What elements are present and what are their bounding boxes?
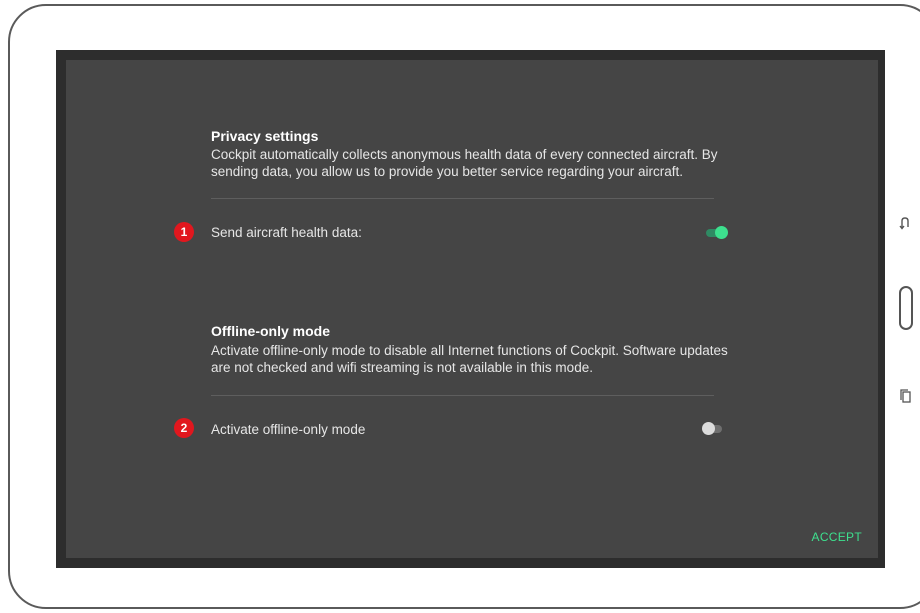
accept-button[interactable]: ACCEPT [812, 530, 862, 544]
home-button[interactable] [899, 286, 913, 330]
offline-divider [211, 395, 714, 396]
settings-dialog: Privacy settings Cockpit automatically c… [66, 60, 878, 558]
back-icon[interactable] [898, 216, 912, 235]
app-screen: Privacy settings Cockpit automatically c… [56, 50, 885, 568]
send-health-data-label: Send aircraft health data: [211, 225, 362, 240]
privacy-settings-description: Cockpit automatically collects anonymous… [211, 147, 718, 179]
offline-mode-label: Activate offline-only mode [211, 422, 366, 437]
step-badge-1: 1 [174, 222, 194, 242]
offline-mode-description: Activate offline-only mode to disable al… [211, 343, 728, 375]
send-health-data-toggle[interactable] [704, 226, 728, 240]
offline-mode-title: Offline-only mode [211, 323, 330, 339]
offline-mode-toggle[interactable] [702, 422, 726, 436]
privacy-divider [211, 198, 714, 199]
toggle-thumb [702, 422, 715, 435]
privacy-settings-title: Privacy settings [211, 128, 319, 144]
toggle-thumb [715, 226, 728, 239]
step-badge-2: 2 [174, 418, 194, 438]
recents-icon[interactable] [900, 389, 912, 408]
